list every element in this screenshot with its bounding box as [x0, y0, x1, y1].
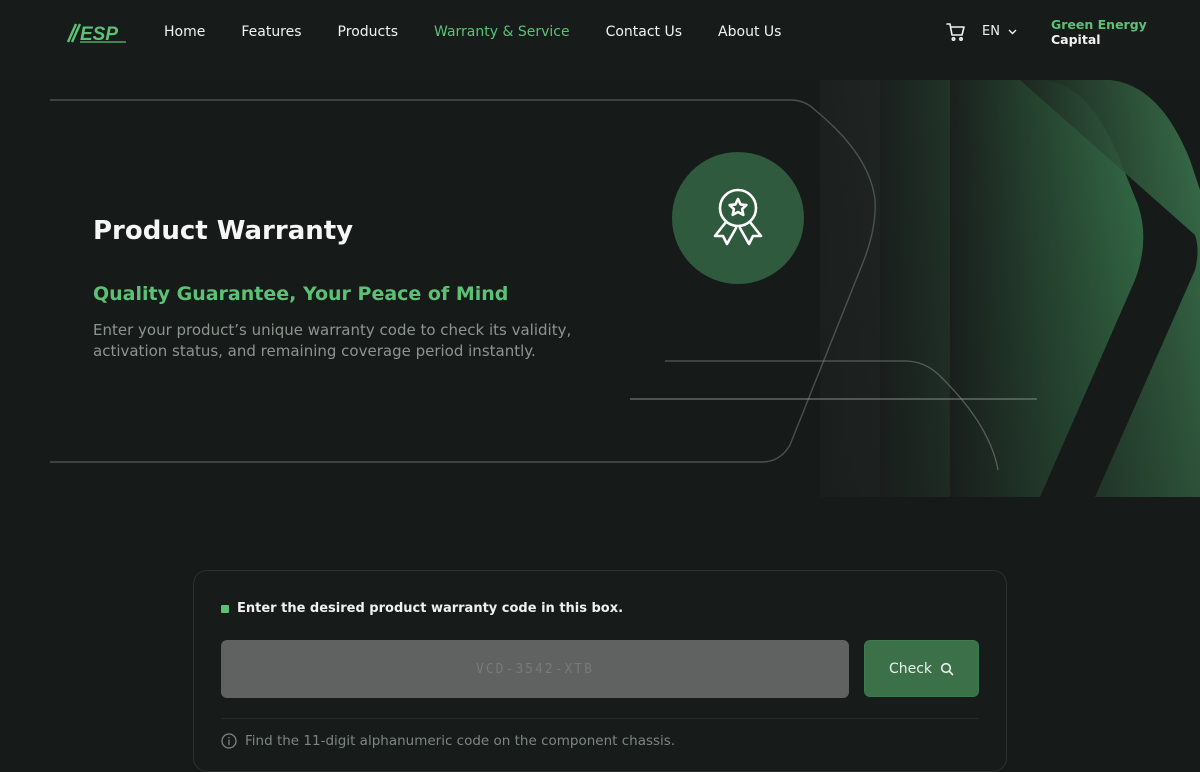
page-title: Product Warranty	[93, 216, 354, 246]
check-button[interactable]: Check	[864, 640, 979, 697]
search-icon	[940, 662, 954, 675]
nav-home[interactable]: Home	[164, 24, 205, 40]
award-ribbon-icon	[713, 188, 763, 246]
cart-icon[interactable]	[946, 22, 966, 42]
chevron-down-icon	[1008, 29, 1017, 34]
top-navigation: ESP Home Features Products Warranty & Se…	[0, 0, 1200, 80]
hero-subtitle: Quality Guarantee, Your Peace of Mind	[93, 283, 509, 305]
card-divider	[221, 718, 979, 719]
nav-products[interactable]: Products	[338, 24, 398, 40]
warranty-hint: Find the 11-digit alphanumeric code on t…	[221, 733, 675, 749]
info-icon	[221, 733, 237, 749]
nav-about-us[interactable]: About Us	[718, 24, 781, 40]
nav-features[interactable]: Features	[241, 24, 301, 40]
award-badge	[672, 152, 804, 284]
main-menu: Home Features Products Warranty & Servic…	[164, 0, 781, 64]
check-button-label: Check	[888, 660, 933, 677]
warranty-code-input[interactable]	[221, 640, 849, 698]
brand-line-1: Green Energy	[1051, 17, 1147, 32]
hero-description: Enter your product’s unique warranty cod…	[93, 321, 572, 360]
brand-name: Green Energy Capital	[1051, 17, 1147, 47]
language-selector[interactable]: EN	[982, 24, 1017, 39]
logo-icon[interactable]: ESP	[66, 22, 130, 44]
warranty-code-label: Enter the desired product warranty code …	[221, 601, 623, 616]
bullet-square-icon	[221, 604, 229, 613]
nav-contact-us[interactable]: Contact Us	[606, 24, 682, 40]
brand-line-2: Capital	[1051, 32, 1101, 47]
warranty-hint-text: Find the 11-digit alphanumeric code on t…	[245, 733, 676, 749]
warranty-code-label-text: Enter the desired product warranty code …	[237, 601, 624, 616]
language-label: EN	[982, 24, 1000, 39]
nav-warranty-service[interactable]: Warranty & Service	[434, 24, 570, 40]
warranty-check-card: Enter the desired product warranty code …	[193, 570, 1007, 772]
logo-text: ESP	[80, 24, 118, 44]
